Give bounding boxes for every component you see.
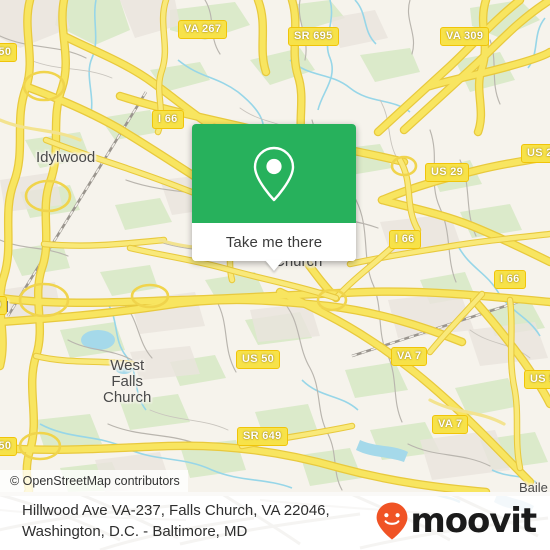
road-shield: US 29 [425,163,470,182]
location-address: Hillwood Ave VA-237, Falls Church, VA 22… [22,500,330,542]
road-shield: VA 7 [432,415,469,434]
popup-tail [265,260,283,271]
footer-bar: Hillwood Ave VA-237, Falls Church, VA 22… [0,492,550,550]
road-shield: I 66 [494,270,526,289]
address-line-1: Hillwood Ave VA-237, Falls Church, VA 22… [22,502,330,519]
popup-image-area [192,124,356,223]
road-shield: VA 267 [178,20,228,39]
map-place-label: West Falls Church [103,357,152,406]
road-shield: US 50 [524,370,550,389]
road-shield: 0 [0,296,8,315]
moovit-smiley-pin-icon [376,502,408,540]
map-place-label: Idylwood [36,149,96,166]
moovit-map-screenshot: .water{fill:none;stroke:#97d6e8;stroke-w… [0,0,550,550]
moovit-wordmark: moovit [410,501,537,541]
road-shield: 650 [0,437,18,456]
road-shield: US 50 [236,350,281,369]
road-shield: VA 309 [440,27,490,46]
road-shield: I 66 [389,230,421,249]
road-shield: US 29 [521,144,550,163]
road-shield: SR 649 [237,427,288,446]
road-shield: I 66 [152,110,184,129]
take-me-there-button[interactable]: Take me there [192,223,356,261]
road-shield: SR 695 [288,27,339,46]
address-line-2: Washington, D.C. - Baltimore, MD [22,523,248,540]
location-popup-card[interactable]: Take me there [192,124,356,271]
road-shield: 650 [0,43,18,62]
map-canvas[interactable]: .water{fill:none;stroke:#97d6e8;stroke-w… [0,0,550,492]
moovit-logo[interactable]: moovit [375,501,537,541]
map-place-label: Baile [519,480,548,492]
road-shield: VA 7 [391,347,428,366]
map-attribution[interactable]: © OpenStreetMap contributors [0,470,188,492]
map-pin-icon [253,146,295,201]
